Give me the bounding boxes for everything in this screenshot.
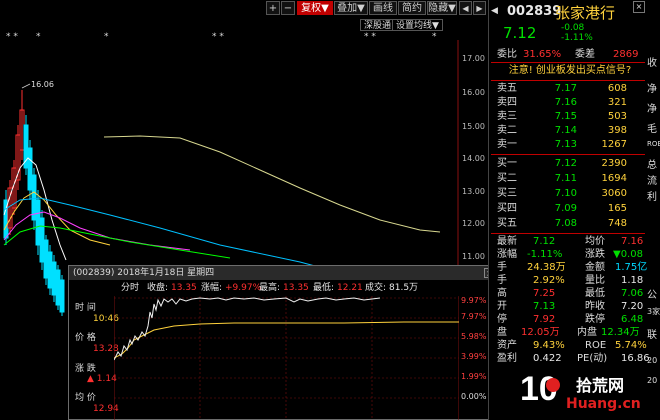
time-label: 时 间 <box>75 303 96 313</box>
change-label: 涨幅: <box>201 283 223 293</box>
sell-row[interactable]: 卖四 7.16 321 <box>497 96 645 110</box>
hide-button[interactable]: 隐藏▼ <box>427 1 457 15</box>
candle-body <box>59 279 65 313</box>
change-value: ▲ 1.14 <box>87 374 117 384</box>
popup-title[interactable]: (002839) 2018年1月18日 星期四 <box>69 266 499 280</box>
pct-tick: 7.97% <box>461 312 487 321</box>
arrow-right-icon[interactable]: ▶ <box>473 1 486 15</box>
stock-code: 002839 <box>507 4 562 19</box>
close-icon[interactable]: × <box>633 1 645 13</box>
sell-row[interactable]: 卖一 7.13 1267 <box>497 138 645 152</box>
low-label: 最低: <box>313 283 335 293</box>
high-label: 最高: <box>259 283 281 293</box>
y-tick: 17.00 <box>462 54 485 63</box>
candle-body <box>31 174 37 221</box>
tab-hk-connect[interactable]: 深股通 <box>360 19 396 31</box>
intraday-popup[interactable]: (002839) 2018年1月18日 星期四 × 分时 收盘: 13.35 涨… <box>68 265 500 420</box>
volume-value: 81.5万 <box>389 283 419 293</box>
pct-tick: 0.00% <box>461 392 487 401</box>
price-change: -0.08 <box>561 23 585 33</box>
chart-tabs: 深股通 设置均线▼ <box>360 19 488 31</box>
tab-ma-settings[interactable]: 设置均线▼ <box>392 19 443 31</box>
watermark-text: 拾荒网 <box>576 376 625 395</box>
buy-row[interactable]: 买二 7.11 1694 <box>497 172 645 186</box>
pct-tick: 5.98% <box>461 332 487 341</box>
order-ratio-row: 委比 31.65% 委差 2869 <box>497 49 639 60</box>
signal-notice-link[interactable]: 注意! 创业板发出买点信号? <box>495 64 645 78</box>
pct-tick: 3.99% <box>461 352 487 361</box>
stat-row: 资产 9.43% ROE 5.74% <box>497 340 647 351</box>
sell-row[interactable]: 卖五 7.17 608 <box>497 82 645 96</box>
y-tick: 16.00 <box>462 88 485 97</box>
y-tick: 11.00 <box>462 252 485 261</box>
pct-tick: 9.97% <box>461 296 487 305</box>
intraday-label: 分时 <box>121 283 140 293</box>
buy-row[interactable]: 买三 7.10 3060 <box>497 187 645 201</box>
draw-line-button[interactable]: 画线 <box>369 1 397 15</box>
candle-body <box>27 147 33 191</box>
simple-mode-button[interactable]: 简约 <box>398 1 426 15</box>
candle-body <box>39 217 45 263</box>
high-value: 13.35 <box>283 283 309 293</box>
y-tick: 13.00 <box>462 187 485 196</box>
change-value: +9.97% <box>225 283 262 293</box>
stat-row: 盘 12.05万 内盘 12.34万 <box>497 327 640 338</box>
close-label: 收盘: <box>147 283 169 293</box>
intraday-price-line <box>114 297 381 361</box>
change-label: 涨 跌 <box>75 364 96 374</box>
price-label: 价 格 <box>75 333 96 343</box>
moving-average-line <box>103 135 441 233</box>
watermark-dot-icon <box>546 378 560 392</box>
stat-row: 开 7.13 昨收 7.20 <box>497 301 644 312</box>
chart-toolbar: + − 复权▼ 叠加▼ 画线 简约 隐藏▼ ◀ ▶ <box>0 0 488 18</box>
buy-row[interactable]: 买五 7.08 748 <box>497 217 645 231</box>
watermark-url: Huang.cn <box>566 396 641 412</box>
y-tick: 12.00 <box>462 219 485 228</box>
high-pointer <box>21 83 31 89</box>
candle-body <box>51 261 57 296</box>
stat-row: 手 2.92% 量比 1.18 <box>497 275 644 286</box>
arrow-left-icon[interactable]: ◀ <box>459 1 472 15</box>
stat-row: 涨幅 -1.11% 涨跌 ▼0.08 <box>497 249 643 260</box>
price-change-pct: -1.11% <box>561 33 593 43</box>
intraday-chart[interactable] <box>114 296 459 420</box>
side-info-column: 收 净 净 毛 ROE 总 流 利 公 3家 联 20 20 <box>647 58 660 385</box>
stat-row: 停 7.92 跌停 6.48 <box>497 314 644 325</box>
popup-header: 分时 收盘: 13.35 涨幅: +9.97% 最高: 13.35 最低: 12… <box>69 281 499 295</box>
grid-lines <box>114 296 459 420</box>
high-label: 16.06 <box>31 80 54 89</box>
zoom-out-button[interactable]: − <box>281 1 295 15</box>
candle-body <box>55 269 61 306</box>
y-tick: 15.00 <box>462 122 485 131</box>
stat-row: 高 7.25 最低 7.06 <box>497 288 644 299</box>
buy-row[interactable]: 买四 7.09 165 <box>497 202 645 216</box>
sell-row[interactable]: 卖二 7.14 398 <box>497 124 645 138</box>
candle-body <box>43 239 49 279</box>
stat-row: 盈利 0.422 PE(动) 16.86 <box>497 353 650 364</box>
arrow-left-icon[interactable]: ◀ <box>491 6 498 16</box>
restore-rights-button[interactable]: 复权▼ <box>297 1 333 15</box>
close-value: 13.35 <box>171 283 197 293</box>
candles <box>3 90 65 316</box>
stat-row: 手 24.38万 金额 1.75亿 <box>497 262 648 273</box>
site-watermark: 10 拾荒网 Huang.cn <box>518 370 660 420</box>
buy-row[interactable]: 买一 7.12 2390 <box>497 157 645 171</box>
overlay-button[interactable]: 叠加▼ <box>334 1 368 15</box>
pct-tick: 1.99% <box>461 372 487 381</box>
candle-body <box>47 251 53 289</box>
y-tick: 14.00 <box>462 154 485 163</box>
current-price: 7.12 <box>503 24 537 42</box>
low-value: 12.21 <box>337 283 363 293</box>
avg-label: 均 价 <box>75 393 96 403</box>
intraday-avg-line <box>114 321 459 359</box>
quote-panel: ◀ 002839 张家港行 × 7.12 -0.08 -1.11% 委比 31.… <box>488 0 660 420</box>
sell-row[interactable]: 卖三 7.15 503 <box>497 110 645 124</box>
zoom-in-button[interactable]: + <box>266 1 280 15</box>
candle-body <box>35 199 41 246</box>
stat-row: 最新 7.12 均价 7.16 <box>497 236 644 247</box>
stock-name: 张家港行 <box>555 4 616 22</box>
volume-label: 成交: <box>365 283 387 293</box>
